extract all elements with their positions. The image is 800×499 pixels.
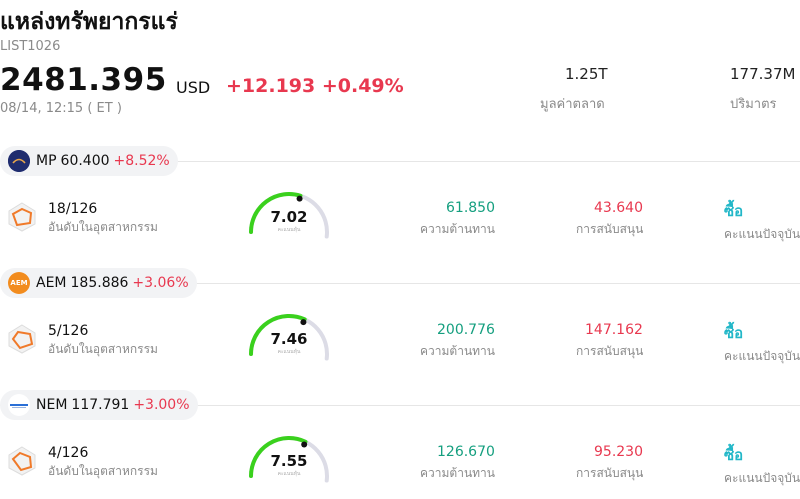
industry-rank-label: อันดับในอุตสาหกรรม xyxy=(48,342,158,356)
support-value: 147.162 xyxy=(585,322,643,338)
support-label: การสนับสนุน xyxy=(576,222,644,236)
nem-logo-icon xyxy=(8,394,30,416)
stock-chip-nem[interactable]: NEM 117.791 +3.00% xyxy=(0,390,198,420)
rating-buy[interactable]: ซื้อ xyxy=(724,321,743,345)
resistance-value: 61.850 xyxy=(446,200,495,216)
gauge-indicator xyxy=(301,441,308,448)
score-sub-label: คะแนนหุ้น xyxy=(277,349,301,355)
rating-label: คะแนนปัจจุบัน xyxy=(724,227,800,241)
index-change: +12.193 +0.49% xyxy=(226,75,404,97)
industry-rank-label: อันดับในอุตสาหกรรม xyxy=(48,464,158,478)
support-value: 43.640 xyxy=(594,200,643,216)
stock-ticker: NEM xyxy=(36,397,68,413)
rating-label: คะแนนปัจจุบัน xyxy=(724,349,800,363)
industry-rank: 18/126 xyxy=(48,201,98,217)
resistance-value: 126.670 xyxy=(437,444,495,460)
score-gauge: 7.02 คะแนนหุ้น xyxy=(246,190,332,240)
mp-logo-icon xyxy=(8,150,30,172)
resistance-value: 200.776 xyxy=(437,322,495,338)
stock-ticker: MP xyxy=(36,153,57,169)
page-title: แหล่งทรัพยากรแร่ xyxy=(0,9,178,35)
score-value: 7.46 xyxy=(270,330,308,348)
support-value: 95.230 xyxy=(594,444,643,460)
support-label: การสนับสนุน xyxy=(576,344,644,358)
support-label: การสนับสนุน xyxy=(576,466,644,480)
resistance-label: ความต้านทาน xyxy=(420,344,495,358)
stock-change: +3.00% xyxy=(133,397,190,413)
industry-rank: 4/126 xyxy=(48,445,89,461)
industry-rank-label: อันดับในอุตสาหกรรม xyxy=(48,220,158,234)
aem-logo-icon: AEM xyxy=(8,272,30,294)
stock-chip-aem[interactable]: AEM AEM 185.886 +3.06% xyxy=(0,268,197,298)
score-gauge: 7.55 คะแนนหุ้น xyxy=(246,434,332,484)
timestamp: 08/14, 12:15 ( ET ) xyxy=(0,101,122,116)
index-price: 2481.395 xyxy=(0,62,167,98)
list-code: LIST1026 xyxy=(0,39,61,54)
currency-label: USD xyxy=(176,78,211,97)
resistance-label: ความต้านทาน xyxy=(420,222,495,236)
stock-change: +3.06% xyxy=(132,275,189,291)
stock-price: 185.886 xyxy=(70,275,129,291)
rating-buy[interactable]: ซื้อ xyxy=(724,199,743,223)
radar-icon xyxy=(8,324,36,358)
score-gauge: 7.46 คะแนนหุ้น xyxy=(246,312,332,362)
gauge-indicator xyxy=(296,195,303,202)
stock-price: 117.791 xyxy=(71,397,130,413)
stock-price: 60.400 xyxy=(60,153,110,169)
market-cap-value: 1.25T xyxy=(565,65,608,83)
score-value: 7.02 xyxy=(270,208,308,226)
stock-change: +8.52% xyxy=(113,153,170,169)
rating-label: คะแนนปัจจุบัน xyxy=(724,471,800,485)
radar-icon xyxy=(8,446,36,480)
industry-rank: 5/126 xyxy=(48,323,89,339)
gauge-indicator xyxy=(300,319,307,326)
score-sub-label: คะแนนหุ้น xyxy=(277,227,301,233)
score-sub-label: คะแนนหุ้น xyxy=(277,471,301,477)
radar-icon xyxy=(8,202,36,236)
volume-label: ปริมาตร xyxy=(730,97,777,112)
resistance-label: ความต้านทาน xyxy=(420,466,495,480)
stock-chip-mp[interactable]: MP 60.400 +8.52% xyxy=(0,146,178,176)
volume-value: 177.37M xyxy=(730,65,796,83)
rating-buy[interactable]: ซื้อ xyxy=(724,443,743,467)
market-cap-label: มูลค่าตลาด xyxy=(540,97,605,112)
stock-ticker: AEM xyxy=(36,275,67,291)
score-value: 7.55 xyxy=(270,452,308,470)
